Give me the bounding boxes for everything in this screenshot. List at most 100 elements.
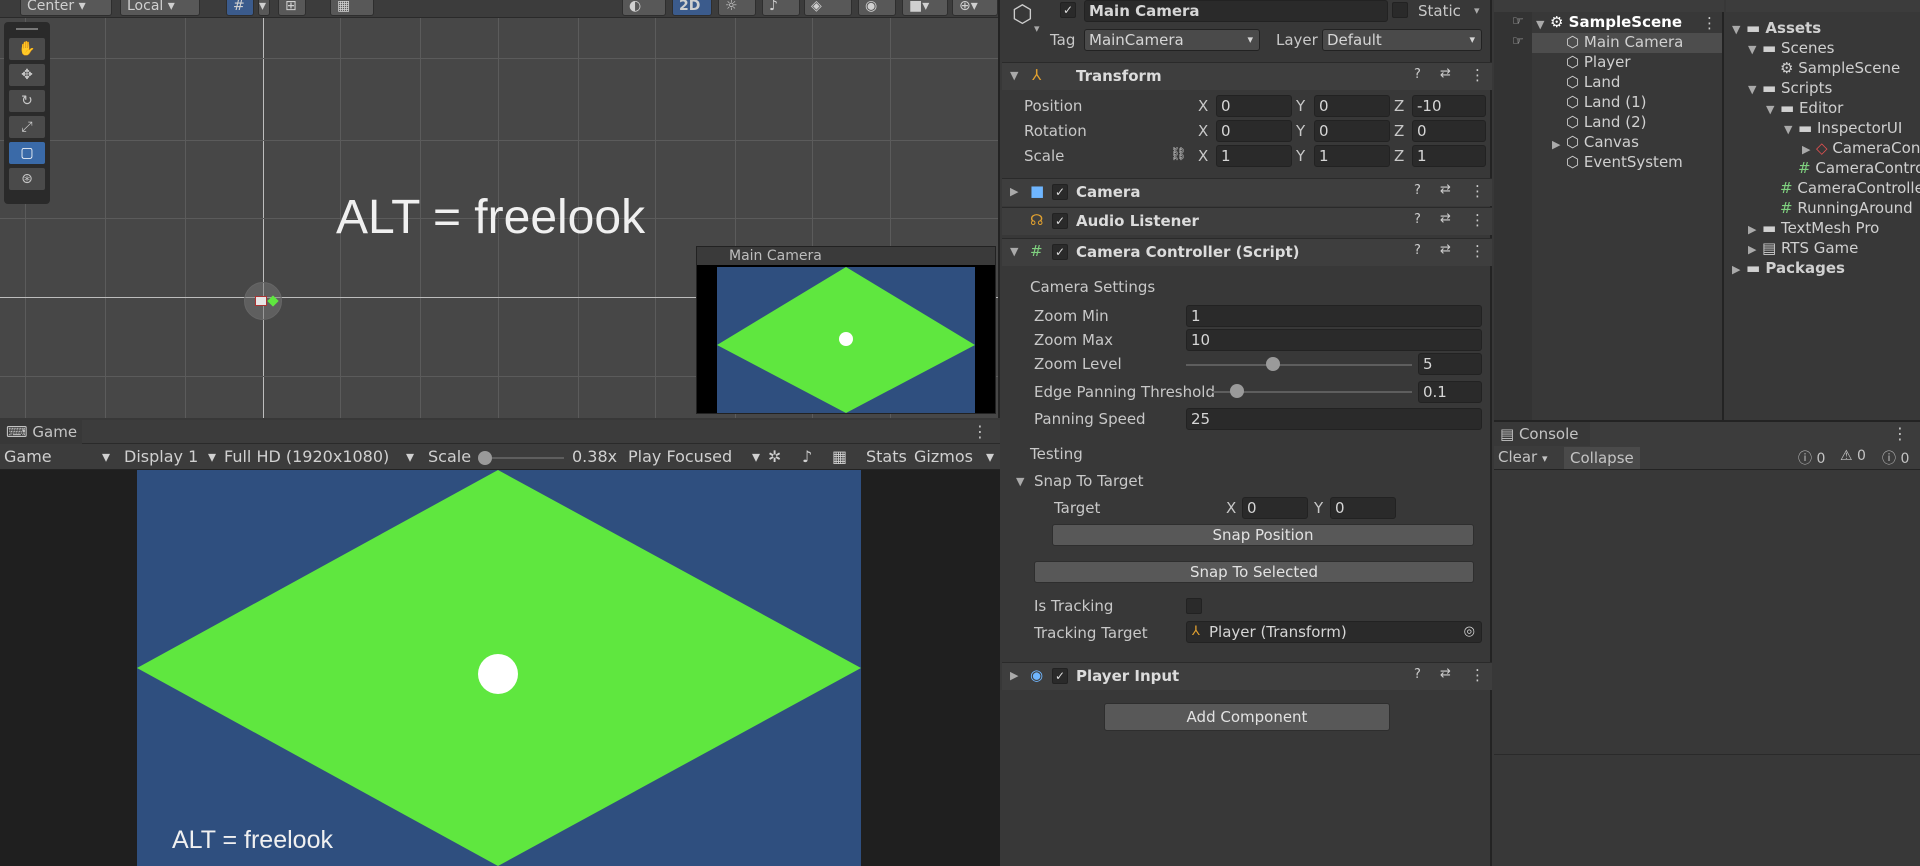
- foldout-arrow-icon[interactable]: ▼: [1732, 23, 1740, 36]
- zoom-level-slider-track[interactable]: [1186, 364, 1412, 366]
- foldout-arrow-icon[interactable]: ▶: [1732, 263, 1740, 276]
- hierarchy-item[interactable]: ⬡ Land (1): [1566, 93, 1646, 111]
- foldout-arrow-icon[interactable]: ▼: [1748, 43, 1756, 56]
- folder-rts-game[interactable]: ▤ RTS Game: [1762, 239, 1858, 257]
- visibility-icon[interactable]: ☞: [1512, 14, 1524, 29]
- scale-y-field[interactable]: 1: [1314, 145, 1390, 167]
- audio-enabled-checkbox[interactable]: ✓: [1052, 213, 1068, 229]
- controller-enabled-checkbox[interactable]: ✓: [1052, 244, 1068, 260]
- mode-2d-button[interactable]: 2D: [672, 0, 712, 16]
- position-x-field[interactable]: 0: [1216, 95, 1292, 117]
- position-z-field[interactable]: -10: [1412, 95, 1486, 117]
- drag-handle[interactable]: [16, 28, 38, 34]
- clear-button[interactable]: Clear ▾: [1498, 448, 1548, 466]
- more-options-icon[interactable]: ⋮: [1470, 66, 1485, 84]
- gizmos-icon[interactable]: ⊕▾: [952, 0, 998, 16]
- scale-x-field[interactable]: 1: [1216, 145, 1292, 167]
- object-name-field[interactable]: Main Camera: [1084, 0, 1388, 22]
- snap-to-selected-button[interactable]: Snap To Selected: [1034, 561, 1474, 583]
- camera-enabled-checkbox[interactable]: ✓: [1052, 184, 1068, 200]
- pickable-icon[interactable]: ☞: [1512, 34, 1524, 49]
- console-divider[interactable]: [1494, 754, 1920, 755]
- folder-assets[interactable]: ▬ Assets: [1746, 19, 1821, 37]
- edge-panning-slider-knob[interactable]: [1230, 384, 1244, 398]
- visibility-icon[interactable]: ◉: [858, 0, 896, 16]
- play-mode-select[interactable]: Play Focused ▾: [628, 446, 760, 468]
- stats-button[interactable]: Stats: [866, 446, 907, 468]
- asset-script[interactable]: # CameraControlle: [1780, 179, 1920, 197]
- foldout-arrow-icon[interactable]: ▶: [1748, 223, 1756, 236]
- preset-icon[interactable]: ⇄: [1440, 211, 1451, 226]
- rotation-z-field[interactable]: 0: [1412, 120, 1486, 142]
- folder-scripts[interactable]: ▬ Scripts: [1762, 79, 1832, 97]
- add-component-button[interactable]: Add Component: [1104, 703, 1390, 731]
- scale-tool-icon[interactable]: ⤢: [9, 116, 45, 138]
- asset-scene[interactable]: ⚙ SampleScene: [1780, 59, 1900, 77]
- zoom-level-slider-knob[interactable]: [1266, 357, 1280, 371]
- scene-view[interactable]: Center ▾ Local ▾ # ▾ ⊞ ▦ ◐ 2D ☼ ♪ ◈ ◉ ■▾…: [0, 0, 1000, 418]
- scale-slider-knob[interactable]: [478, 451, 492, 465]
- scene-root[interactable]: ⚙ SampleScene: [1550, 13, 1682, 31]
- hierarchy-item[interactable]: ⬡ Land: [1566, 73, 1620, 91]
- tracking-target-field[interactable]: ⅄ Player (Transform) ◎: [1186, 621, 1482, 643]
- more-options-icon[interactable]: ⋮: [1470, 182, 1485, 200]
- gizmos-button[interactable]: Gizmos ▾: [914, 446, 994, 468]
- preset-icon[interactable]: ⇄: [1440, 182, 1451, 197]
- bug-icon[interactable]: ✲: [768, 446, 781, 468]
- audio-listener-header[interactable]: ▶ ☊ ✓ Audio Listener ? ⇄ ⋮: [1002, 207, 1492, 235]
- lighting-icon[interactable]: ☼: [718, 0, 756, 16]
- foldout-arrow-icon[interactable]: ▶: [1802, 143, 1810, 156]
- asset-script[interactable]: # CameraContro: [1798, 159, 1920, 177]
- folder-textmesh[interactable]: ▬ TextMesh Pro: [1762, 219, 1879, 237]
- hand-tool-icon[interactable]: ✋: [9, 38, 45, 60]
- folder-editor[interactable]: ▬ Editor: [1780, 99, 1843, 117]
- foldout-arrow-icon[interactable]: ▼: [1748, 83, 1756, 96]
- zoom-min-field[interactable]: 1: [1186, 305, 1482, 327]
- is-tracking-checkbox[interactable]: [1186, 598, 1202, 614]
- snap-to-target-foldout[interactable]: Snap To Target: [1034, 472, 1143, 490]
- hierarchy-item[interactable]: ⬡ Canvas: [1566, 133, 1639, 151]
- draw-mode-icon[interactable]: ◐: [622, 0, 666, 16]
- edge-panning-field[interactable]: 0.1: [1418, 381, 1482, 403]
- tag-dropdown[interactable]: MainCamera ▾: [1084, 29, 1260, 51]
- tab-game[interactable]: ⌨ Game: [0, 420, 82, 444]
- game-viewport[interactable]: ALT = freelook: [0, 470, 1000, 866]
- rotation-y-field[interactable]: 0: [1314, 120, 1390, 142]
- more-options-icon[interactable]: ⋮: [1892, 424, 1908, 443]
- speaker-icon[interactable]: ♪: [802, 446, 812, 468]
- chevron-down-icon[interactable]: ▾: [1034, 22, 1040, 35]
- grid-snap-icon[interactable]: #: [226, 0, 254, 16]
- help-icon[interactable]: ?: [1414, 243, 1421, 258]
- link-icon[interactable]: ⛓: [1170, 147, 1187, 162]
- snap-position-button[interactable]: Snap Position: [1052, 524, 1474, 546]
- hierarchy-item[interactable]: ⬡ Main Camera: [1566, 33, 1683, 51]
- more-options-icon[interactable]: ⋮: [1470, 211, 1485, 229]
- transform-header[interactable]: ▼ ⅄ Transform ? ⇄ ⋮: [1002, 62, 1492, 90]
- foldout-arrow-icon[interactable]: ▶: [1748, 243, 1756, 256]
- foldout-arrow-icon[interactable]: ▼: [1784, 123, 1792, 136]
- grid-visibility-icon[interactable]: ▦: [330, 0, 374, 16]
- collapse-button[interactable]: Collapse: [1564, 447, 1640, 469]
- preset-icon[interactable]: ⇄: [1440, 66, 1451, 81]
- hierarchy-item[interactable]: ⬡ Land (2): [1566, 113, 1646, 131]
- preset-icon[interactable]: ⇄: [1440, 242, 1451, 257]
- space-dropdown[interactable]: Local ▾: [120, 0, 200, 16]
- position-y-field[interactable]: 0: [1314, 95, 1390, 117]
- hierarchy-item[interactable]: ⬡ EventSystem: [1566, 153, 1683, 171]
- scale-z-field[interactable]: 1: [1412, 145, 1486, 167]
- more-options-icon[interactable]: ⋮: [1470, 666, 1485, 684]
- folder-scenes[interactable]: ▬ Scenes: [1762, 39, 1835, 57]
- foldout-arrow-icon[interactable]: ▼: [1766, 103, 1774, 116]
- info-filter[interactable]: ⓘ 0: [1798, 448, 1825, 468]
- keyboard-icon[interactable]: ▦: [832, 446, 847, 468]
- player-input-checkbox[interactable]: ✓: [1052, 668, 1068, 684]
- static-checkbox[interactable]: [1392, 2, 1408, 18]
- camera-component-header[interactable]: ▶ ■ ✓ Camera ? ⇄ ⋮: [1002, 178, 1492, 206]
- move-tool-icon[interactable]: ✥: [9, 64, 45, 86]
- rect-tool-icon[interactable]: ▢: [9, 142, 45, 164]
- more-options-icon[interactable]: ⋮: [1470, 242, 1485, 260]
- camera-settings-icon[interactable]: ■▾: [902, 0, 948, 16]
- target-y-field[interactable]: 0: [1330, 497, 1396, 519]
- preset-icon[interactable]: ⇄: [1440, 666, 1451, 681]
- help-icon[interactable]: ?: [1414, 183, 1421, 198]
